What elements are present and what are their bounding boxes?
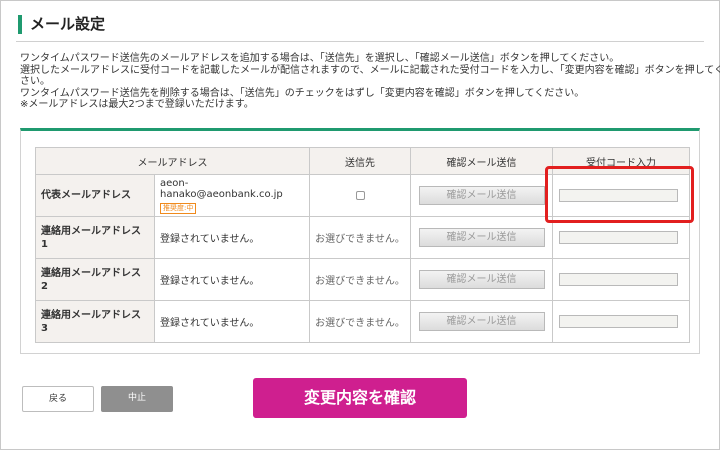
recommendation-badge: 推奨度:中	[160, 202, 197, 214]
instruction-line: ※メールアドレスは最大2つまで登録いただけます。	[20, 99, 254, 111]
email-settings-panel: メールアドレス 送信先 確認メール送信 受付コード入力 代表メールアドレス ae…	[20, 128, 700, 354]
code-input[interactable]	[559, 231, 678, 244]
table-row: 連絡用メールアドレス 2 登録されていません。 お選びできません。 確認メール送信	[35, 258, 690, 301]
column-header-send: 確認メール送信	[410, 147, 553, 175]
stop-button[interactable]: 中止	[101, 386, 173, 412]
send-confirmation-button[interactable]: 確認メール送信	[418, 270, 545, 289]
send-cell: 確認メール送信	[410, 258, 553, 301]
code-cell	[552, 258, 690, 301]
destination-cell: お選びできません。	[309, 216, 411, 259]
destination-checkbox[interactable]	[355, 190, 365, 200]
row-label: 代表メールアドレス	[35, 174, 155, 217]
table-row: 連絡用メールアドレス 3 登録されていません。 お選びできません。 確認メール送信	[35, 300, 690, 343]
instruction-line: ワンタイムパスワード送信先のメールアドレスを追加する場合は、「送信先」を選択し、…	[20, 53, 620, 64]
page-header: メール設定	[16, 12, 704, 42]
send-confirmation-button[interactable]: 確認メール送信	[418, 312, 545, 331]
send-cell: 確認メール送信	[410, 216, 553, 259]
column-header-destination: 送信先	[309, 147, 411, 175]
instruction-line: さい。	[20, 76, 50, 88]
back-button[interactable]: 戻る	[22, 386, 94, 412]
instructions: ワンタイムパスワード送信先のメールアドレスを追加する場合は、「送信先」を選択し、…	[20, 53, 720, 111]
send-cell: 確認メール送信	[410, 174, 553, 217]
header-accent-bar	[18, 15, 22, 34]
row-label: 連絡用メールアドレス 3	[35, 300, 155, 343]
code-input[interactable]	[559, 273, 678, 286]
email-address: 登録されていません。	[154, 216, 310, 259]
code-input[interactable]	[559, 315, 678, 328]
send-confirmation-button[interactable]: 確認メール送信	[418, 228, 545, 247]
email-address: 登録されていません。	[154, 300, 310, 343]
code-cell	[552, 300, 690, 343]
send-confirmation-button[interactable]: 確認メール送信	[418, 186, 545, 205]
page-title: メール設定	[30, 15, 106, 33]
code-input-highlight	[545, 166, 694, 223]
email-address: aeon-hanako@aeonbank.co.jp	[160, 177, 283, 200]
instruction-line: ワンタイムパスワード送信先を削除する場合は、「送信先」のチェックをはずし「変更内…	[20, 87, 585, 99]
confirm-changes-button[interactable]: 変更内容を確認	[253, 378, 467, 418]
email-address: 登録されていません。	[154, 258, 310, 301]
destination-cell: お選びできません。	[309, 258, 411, 301]
column-header-email: メールアドレス	[35, 147, 310, 175]
send-cell: 確認メール送信	[410, 300, 553, 343]
destination-cell: お選びできません。	[309, 300, 411, 343]
row-label: 連絡用メールアドレス 1	[35, 216, 155, 259]
email-cell: aeon-hanako@aeonbank.co.jp 推奨度:中	[154, 174, 310, 217]
row-label: 連絡用メールアドレス 2	[35, 258, 155, 301]
destination-cell	[309, 174, 411, 217]
instruction-line: 選択したメールアドレスに受付コードを記載したメールが配信されますので、メールに記…	[20, 64, 720, 76]
